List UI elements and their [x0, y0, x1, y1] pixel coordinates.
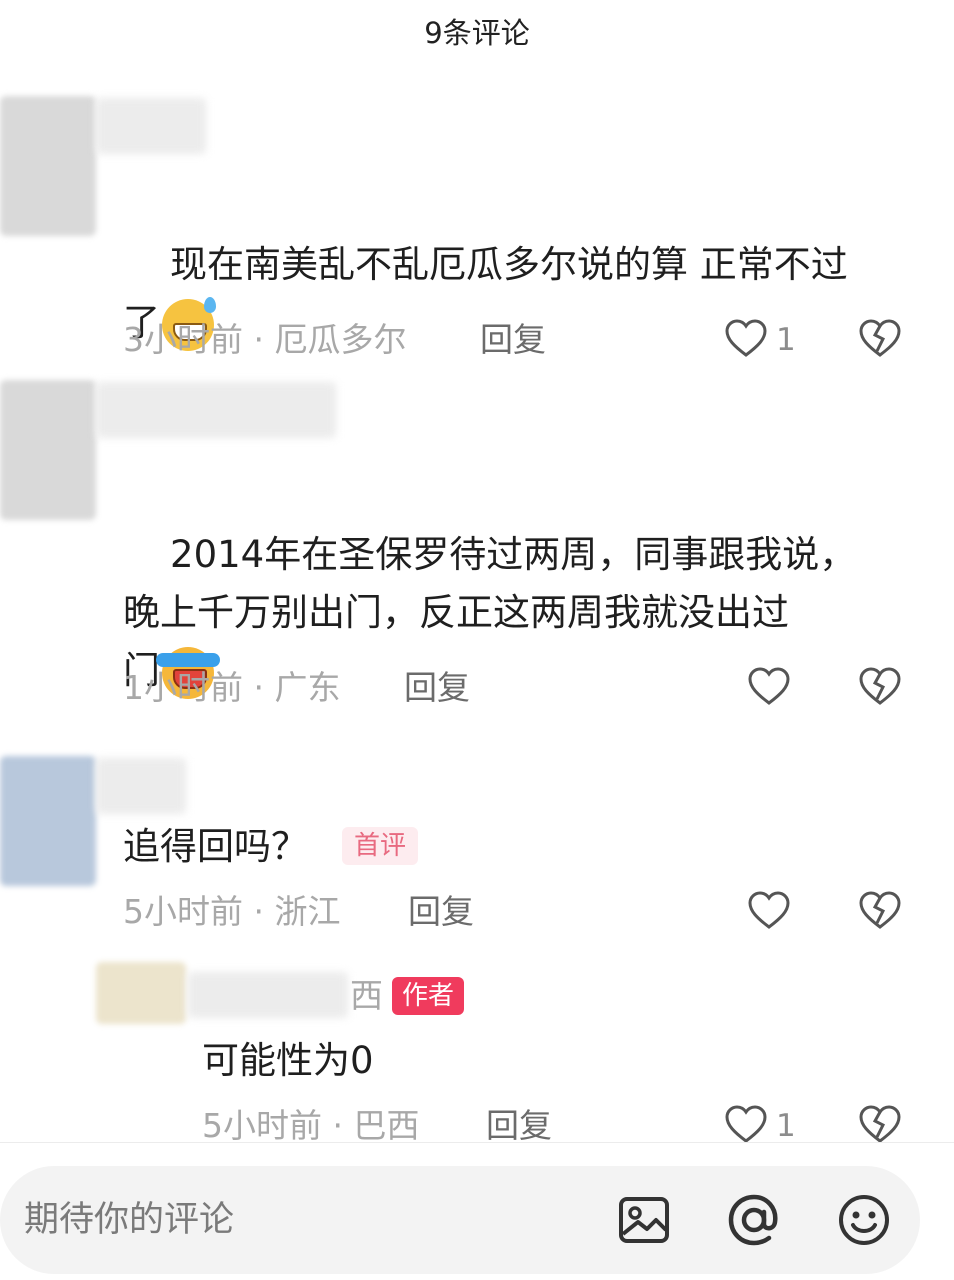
reply-button[interactable]: 回复 [408, 892, 474, 932]
avatar[interactable] [0, 756, 96, 886]
reply-button[interactable]: 回复 [486, 1106, 552, 1146]
broken-heart-icon[interactable] [858, 318, 902, 358]
author-badge: 作者 [392, 977, 465, 1015]
reply-meta: 5小时前 · 巴西 [202, 1106, 420, 1146]
comment-location: 浙江 [274, 892, 341, 931]
comment-meta: 1小时前 · 广东 [123, 668, 341, 708]
comment-time: 3小时前 [123, 320, 243, 359]
comment-time: 5小时前 [123, 892, 243, 931]
meta-separator: · [253, 320, 265, 359]
meta-separator: · [253, 668, 265, 707]
username-redacted[interactable] [188, 972, 348, 1018]
heart-icon[interactable] [747, 890, 791, 930]
reply-button[interactable]: 回复 [480, 320, 546, 360]
broken-heart-icon[interactable] [858, 666, 902, 706]
avatar[interactable] [0, 380, 96, 520]
broken-heart-icon[interactable] [858, 890, 902, 930]
emoji-icon[interactable] [836, 1192, 892, 1248]
username-redacted[interactable] [96, 758, 186, 814]
bottom-divider [0, 1142, 954, 1143]
broken-heart-icon[interactable] [858, 1104, 902, 1144]
heart-icon[interactable] [724, 1104, 768, 1144]
heart-icon[interactable] [747, 666, 791, 706]
heart-icon[interactable] [724, 318, 768, 358]
comment-text: 2014年在圣保罗待过两周，同事跟我说， 晚上千万别出门，反正这两周我就没出过 … [123, 468, 893, 758]
comment-text: 追得回吗？ [123, 825, 308, 868]
username-redacted[interactable] [96, 382, 336, 438]
comment-count-title: 9条评论 [424, 16, 530, 50]
like-count: 1 [776, 1108, 796, 1144]
meta-separator: · [332, 1106, 344, 1145]
comment-meta: 3小时前 · 厄瓜多尔 [123, 320, 407, 360]
image-icon[interactable] [616, 1192, 672, 1248]
comment-meta: 5小时前 · 浙江 [123, 892, 341, 932]
username-redacted[interactable] [96, 98, 206, 154]
comment-time: 1小时前 [123, 668, 243, 707]
username-tail: 西 [350, 976, 383, 1015]
reply-location: 巴西 [353, 1106, 420, 1145]
comment-text: 现在南美乱不乱厄瓜多尔说的算 正常不过 了 [123, 178, 893, 410]
comment-location: 厄瓜多尔 [274, 320, 407, 359]
meta-separator: · [253, 892, 265, 931]
avatar[interactable] [96, 962, 186, 1024]
comment-input-bar[interactable]: 期待你的评论 [0, 1166, 920, 1274]
first-comment-badge: 首评 [342, 827, 419, 865]
reply-button[interactable]: 回复 [404, 668, 470, 708]
like-count: 1 [776, 322, 796, 358]
comment-location: 广东 [274, 668, 341, 707]
comment-input-placeholder[interactable]: 期待你的评论 [24, 1200, 234, 1240]
avatar[interactable] [0, 96, 96, 236]
reply-text: 可能性为0 [202, 1039, 374, 1082]
at-icon[interactable] [726, 1192, 782, 1248]
reply-time: 5小时前 [202, 1106, 322, 1145]
